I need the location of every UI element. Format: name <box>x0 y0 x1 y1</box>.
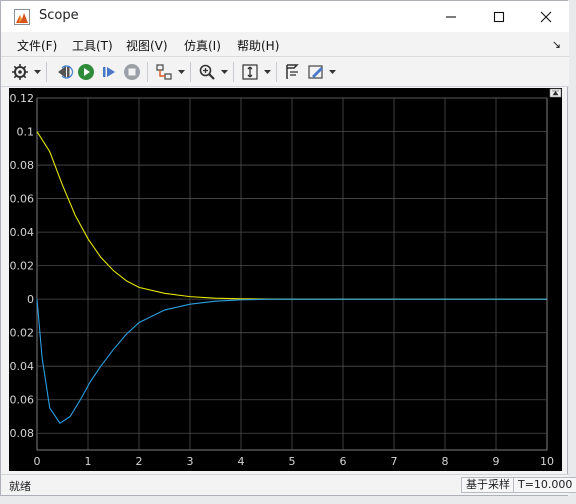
sample-mode-badge: 基于采样 <box>461 477 515 493</box>
minimize-icon <box>446 15 456 18</box>
status-bar: 就绪 基于采样 T=10.000 <box>1 474 576 495</box>
stop-icon[interactable] <box>121 61 143 83</box>
step-forward-icon[interactable] <box>98 61 120 83</box>
window-title: Scope <box>39 8 79 23</box>
y-tick-label: -0.08 <box>9 427 34 440</box>
step-back-icon[interactable] <box>53 61 75 83</box>
maximize-window-icon <box>493 11 505 22</box>
toolbar-separator <box>46 62 47 82</box>
y-tick-label: 0 <box>27 293 34 306</box>
x-tick-label: 1 <box>85 455 92 468</box>
toolbar-separator <box>147 62 148 82</box>
x-tick-label: 0 <box>34 455 41 468</box>
toolbar-separator <box>233 62 234 82</box>
menu-simulation[interactable]: 仿真(I) <box>184 37 221 54</box>
status-text: 就绪 <box>9 480 31 493</box>
close-icon <box>540 11 552 22</box>
x-tick-label: 5 <box>289 455 296 468</box>
y-tick-label: 0.04 <box>10 226 35 239</box>
zoom-dropdown[interactable] <box>218 61 230 83</box>
x-tick-label: 2 <box>136 455 143 468</box>
menu-view[interactable]: 视图(V) <box>126 37 168 54</box>
x-tick-label: 7 <box>391 455 398 468</box>
menu-help[interactable]: 帮助(H) <box>237 37 279 54</box>
settings-icon[interactable] <box>9 61 31 83</box>
maximize-icon[interactable] <box>549 88 562 98</box>
close-button[interactable] <box>523 1 569 32</box>
maximize-button[interactable] <box>476 1 522 32</box>
settings-dropdown[interactable] <box>31 61 43 83</box>
scope-window: Scope 文件(F) 工具(T) 视图(V) 仿真(I) 帮助(H) ↘ 0 … <box>0 0 576 496</box>
x-tick-label: 3 <box>187 455 194 468</box>
minimize-button[interactable] <box>428 1 474 32</box>
y-tick-label: 0.02 <box>10 260 35 273</box>
y-tick-label: -0.02 <box>9 327 34 340</box>
signal-route-icon[interactable] <box>153 61 175 83</box>
scope-chart: 0 1 2 3 4 5 6 7 8 9 10 0.12 0.1 0.08 0.06 0.04 0.02 0 -0.0… <box>9 88 562 468</box>
menu-bar: 文件(F) 工具(T) 视图(V) 仿真(I) 帮助(H) ↘ <box>1 32 569 56</box>
x-tick-label: 4 <box>238 455 245 468</box>
x-tick-label: 9 <box>493 455 500 468</box>
y-tick-label: 0.12 <box>10 92 35 105</box>
matlab-scope-icon <box>14 9 30 25</box>
autoscale-dropdown[interactable] <box>261 61 273 83</box>
menu-file[interactable]: 文件(F) <box>17 37 57 54</box>
y-tick-label: -0.06 <box>9 394 34 407</box>
title-bar[interactable]: Scope <box>1 1 569 32</box>
annotation-icon[interactable] <box>305 61 327 83</box>
autoscale-icon[interactable] <box>239 61 261 83</box>
x-tick-label: 6 <box>340 455 347 468</box>
toolbar <box>1 56 569 87</box>
cursor-measure-icon[interactable] <box>281 61 303 83</box>
menu-tools[interactable]: 工具(T) <box>72 37 113 54</box>
dock-pin-icon[interactable]: ↘ <box>552 38 561 51</box>
signal-route-dropdown[interactable] <box>175 61 187 83</box>
toolbar-separator <box>276 62 277 82</box>
plot-area[interactable]: 0 1 2 3 4 5 6 7 8 9 10 0.12 0.1 0.08 0.06 0.04 0.02 0 -0.0… <box>9 88 562 471</box>
toolbar-separator <box>190 62 191 82</box>
run-icon[interactable] <box>75 61 97 83</box>
y-tick-label: -0.04 <box>9 360 34 373</box>
x-tick-label: 8 <box>442 455 449 468</box>
annotation-dropdown[interactable] <box>326 61 338 83</box>
time-readout: T=10.000 <box>513 477 576 493</box>
y-tick-label: 0.06 <box>10 193 35 206</box>
x-tick-label: 10 <box>540 455 554 468</box>
zoom-icon[interactable] <box>196 61 218 83</box>
y-tick-label: 0.1 <box>17 126 35 139</box>
y-tick-label: 0.08 <box>10 159 35 172</box>
